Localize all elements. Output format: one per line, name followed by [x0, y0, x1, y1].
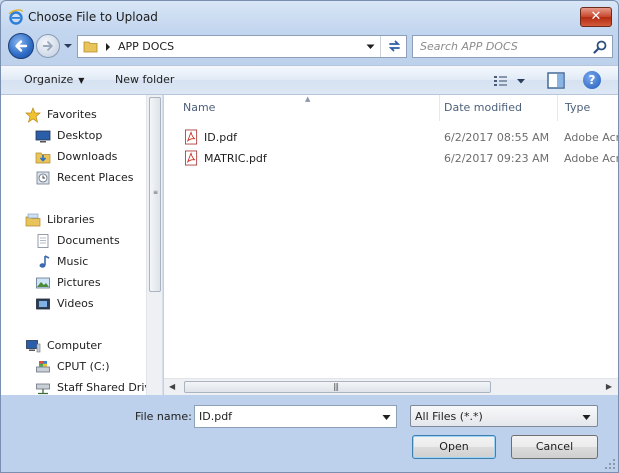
nav-item-label: Documents	[57, 234, 120, 247]
resize-grip-icon[interactable]	[604, 458, 616, 470]
file-type-dropdown-icon	[582, 415, 591, 420]
drive-icon	[36, 361, 50, 373]
star-icon	[25, 107, 41, 123]
libraries-icon	[25, 213, 41, 227]
column-name-label: Name	[183, 101, 216, 114]
file-dialog-window: Choose File to Upload ✕ APP DOCS Search …	[0, 0, 619, 473]
nav-item-label: Recent Places	[57, 171, 134, 184]
back-arrow-icon	[15, 40, 28, 52]
nav-group-label: Favorites	[47, 108, 97, 121]
nav-group-label: Libraries	[47, 213, 95, 226]
file-name-label: File name:	[135, 410, 192, 423]
music-icon	[39, 255, 50, 268]
folder-icon	[83, 41, 98, 53]
address-path[interactable]: APP DOCS	[118, 40, 174, 53]
column-header-name[interactable]: Name	[164, 95, 439, 121]
recent-places-icon	[36, 171, 50, 185]
nav-item-label: CPUT (C:)	[57, 360, 110, 373]
file-type: Adobe Acrobat Document	[564, 152, 618, 165]
organize-button[interactable]: Organize ▼	[24, 73, 84, 86]
nav-item-label: Downloads	[57, 150, 118, 163]
nav-item-label: Staff Shared Drive	[57, 381, 158, 394]
column-header-date[interactable]: Date modified	[440, 95, 557, 121]
file-name-value[interactable]: ID.pdf	[199, 410, 232, 423]
close-button[interactable]: ✕	[580, 7, 612, 27]
pdf-icon	[184, 150, 198, 166]
scroll-right-icon[interactable]: ▶	[606, 382, 612, 391]
change-view-icon[interactable]	[493, 73, 527, 89]
file-date: 6/2/2017 09:23 AM	[444, 152, 550, 165]
navigation-pane: Favorites Desktop Downloads Recent Places Li…	[1, 95, 163, 395]
navigation-scroll-thumb[interactable]: ≡	[149, 97, 161, 292]
computer-icon	[26, 340, 41, 353]
nav-group-label: Computer	[47, 339, 102, 352]
horizontal-scrollbar[interactable]: ◀ ||| ▶	[164, 378, 618, 395]
column-type-label: Type	[565, 101, 591, 114]
videos-icon	[36, 298, 50, 310]
pdf-icon	[184, 129, 198, 145]
file-date: 6/2/2017 08:55 AM	[444, 131, 550, 144]
search-box[interactable]: Search APP DOCS	[412, 35, 613, 58]
organize-label: Organize	[24, 73, 74, 86]
file-row[interactable]: MATRIC.pdf 6/2/2017 09:23 AM Adobe Acrobat…	[182, 148, 618, 168]
file-type-value: All Files (*.*)	[415, 410, 483, 423]
file-name[interactable]: MATRIC.pdf	[204, 152, 267, 165]
file-name-dropdown-icon[interactable]	[382, 414, 391, 421]
search-placeholder[interactable]: Search APP DOCS	[420, 40, 518, 53]
internet-explorer-icon	[8, 9, 23, 25]
column-date-label: Date modified	[444, 101, 522, 114]
new-folder-button[interactable]: New folder	[115, 73, 174, 86]
forward-button[interactable]	[36, 34, 60, 58]
scroll-grip-icon: |||	[333, 382, 339, 391]
recent-pages-dropdown-icon[interactable]	[63, 41, 73, 51]
title-bar: Choose File to Upload ✕	[1, 1, 618, 33]
nav-item-label: Music	[57, 255, 89, 268]
scroll-grip-icon: ≡	[153, 189, 159, 196]
search-icon[interactable]	[593, 40, 607, 54]
file-type: Adobe Acrobat Document	[564, 131, 618, 144]
navigation-scrollbar[interactable]: ≡	[146, 95, 162, 395]
refresh-button[interactable]	[380, 36, 407, 57]
file-name[interactable]: ID.pdf	[204, 131, 237, 144]
address-dropdown-icon[interactable]	[366, 43, 375, 51]
organize-dropdown-icon: ▼	[78, 76, 85, 85]
breadcrumb-chevron-icon[interactable]	[104, 42, 112, 52]
network-drive-icon	[36, 383, 50, 395]
nav-item-label: Videos	[57, 297, 94, 310]
nav-item-label: Pictures	[57, 276, 101, 289]
refresh-icon	[388, 40, 401, 52]
scroll-left-icon[interactable]: ◀	[169, 382, 175, 391]
file-type-select[interactable]: All Files (*.*)	[410, 405, 598, 427]
file-row[interactable]: ID.pdf 6/2/2017 08:55 AM Adobe Acrobat Doc…	[182, 127, 618, 147]
cancel-button[interactable]: Cancel	[511, 435, 598, 459]
documents-icon	[37, 234, 49, 248]
window-title: Choose File to Upload	[28, 10, 158, 24]
command-toolbar: Organize ▼ New folder ?	[1, 65, 618, 95]
horizontal-scroll-thumb[interactable]: |||	[184, 381, 491, 393]
file-name-input[interactable]: ID.pdf	[194, 405, 397, 428]
file-list-pane: ▲ Name Date modified Type ID.pdf 6/2/2017…	[164, 95, 618, 395]
open-button[interactable]: Open	[412, 435, 496, 459]
column-header-type[interactable]: Type	[558, 95, 618, 121]
back-button[interactable]	[8, 33, 34, 59]
help-icon[interactable]: ?	[583, 71, 601, 89]
pictures-icon	[36, 277, 50, 289]
nav-item-label: Desktop	[57, 129, 103, 142]
address-bar[interactable]: APP DOCS	[77, 35, 407, 58]
preview-pane-icon[interactable]	[547, 72, 565, 89]
forward-arrow-icon	[42, 41, 53, 51]
downloads-icon	[35, 152, 51, 164]
desktop-icon	[35, 130, 51, 143]
